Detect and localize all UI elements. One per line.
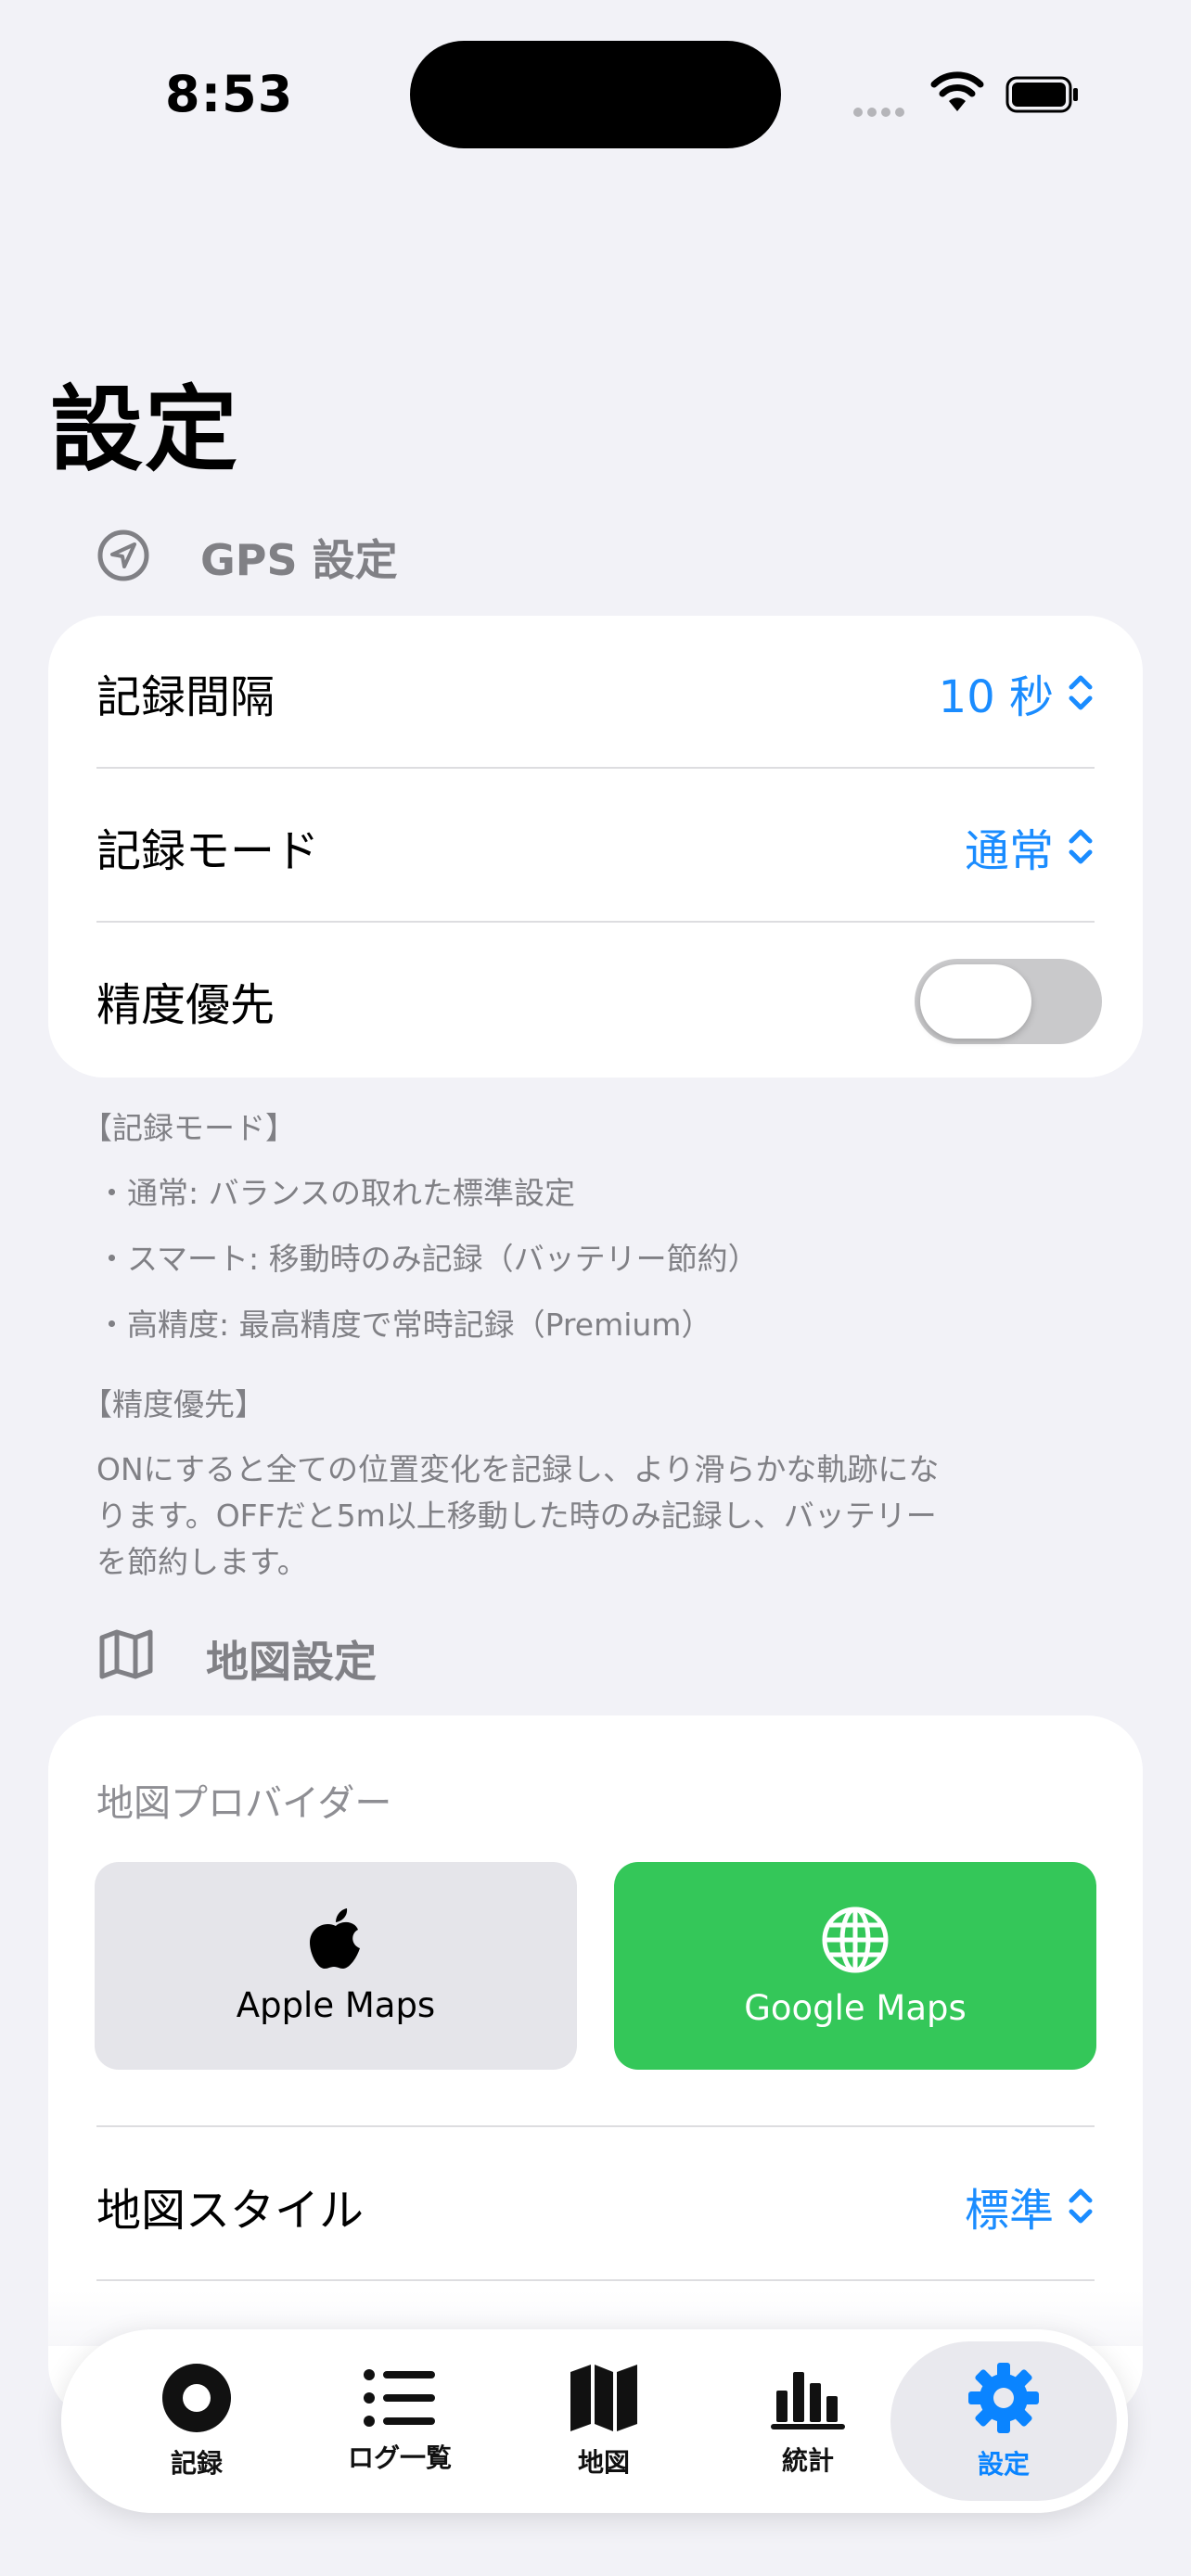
chevron-up-down-icon: [1069, 675, 1093, 710]
tab-map-label: 地図: [577, 2447, 630, 2478]
tab-log-list-label: ログ一覧: [347, 2442, 452, 2473]
map-outline-icon: [99, 1629, 153, 1679]
record-mode-value: 通常: [964, 825, 1054, 877]
record-mode-label: 記録モード: [96, 825, 320, 877]
cellular-signal-icon: [853, 103, 909, 121]
status-time: 8:53: [165, 65, 294, 123]
map-icon: [570, 2365, 637, 2431]
tab-record-label: 記録: [170, 2448, 223, 2479]
precision-priority-label: 精度優先: [96, 979, 275, 1031]
divider: [96, 767, 1095, 769]
record-mode-row[interactable]: 記録モード 通常: [48, 770, 1143, 924]
map-section-title: 地図設定: [206, 1637, 377, 1687]
divider: [96, 921, 1095, 923]
battery-icon: [1005, 76, 1078, 113]
record-interval-picker[interactable]: 10 秒: [939, 660, 1095, 725]
map-style-picker[interactable]: 標準: [965, 2174, 1095, 2238]
chevron-up-down-icon: [1069, 2188, 1093, 2224]
apple-icon: [310, 1907, 360, 1969]
mode-note-heading: 【記録モード】: [82, 1110, 296, 1146]
precision-note-line: ります。OFFだと5m以上移動した時のみ記録し、バッテリー: [96, 1498, 937, 1534]
dynamic-island: [410, 41, 781, 148]
globe-icon: [822, 1906, 889, 1972]
location-arrow-icon: [97, 529, 149, 581]
page-title: 設定: [50, 376, 239, 484]
precision-note-line: を節約します。: [96, 1544, 308, 1580]
tab-stats[interactable]: 統計: [706, 2329, 910, 2513]
map-provider-label: 地図プロバイダー: [96, 1782, 392, 1825]
google-maps-label: Google Maps: [744, 1987, 967, 2028]
tab-record[interactable]: 記録: [95, 2329, 299, 2513]
precision-priority-toggle[interactable]: [915, 959, 1102, 1044]
record-interval-value: 10 秒: [938, 671, 1054, 723]
chart-icon: [771, 2372, 845, 2429]
tab-stats-label: 統計: [781, 2445, 834, 2476]
tab-log-list[interactable]: ログ一覧: [298, 2329, 502, 2513]
tab-bar: 記録 ログ一覧 地図 統計 設定: [61, 2329, 1128, 2513]
divider: [96, 2125, 1095, 2127]
list-icon: [364, 2369, 435, 2427]
map-style-label: 地図スタイル: [96, 2185, 365, 2237]
tab-map[interactable]: 地図: [502, 2329, 706, 2513]
apple-maps-label: Apple Maps: [236, 1984, 436, 2025]
wifi-icon: [930, 71, 984, 111]
google-maps-button[interactable]: Google Maps: [614, 1862, 1096, 2070]
toggle-knob: [920, 964, 1031, 1039]
precision-note-heading: 【精度優先】: [82, 1386, 265, 1422]
divider: [96, 2279, 1095, 2281]
mode-note-line: ・スマート: 移動時のみ記録（バッテリー節約）: [96, 1241, 759, 1277]
gps-section-title: GPS 設定: [200, 535, 398, 585]
chevron-up-down-icon: [1069, 829, 1093, 864]
mode-note-line: ・高精度: 最高精度で常時記録（Premium）: [96, 1307, 712, 1343]
record-interval-row[interactable]: 記録間隔 10 秒: [48, 616, 1143, 770]
tab-settings[interactable]: 設定: [890, 2341, 1117, 2501]
record-mode-picker[interactable]: 通常: [965, 814, 1095, 879]
record-interval-label: 記録間隔: [96, 671, 275, 723]
mode-note-line: ・通常: バランスの取れた標準設定: [96, 1175, 575, 1211]
map-style-value: 標準: [964, 2185, 1054, 2237]
precision-note-line: ONにすると全ての位置変化を記録し、より滑らかな軌跡にな: [96, 1451, 940, 1487]
apple-maps-button[interactable]: Apple Maps: [95, 1862, 577, 2070]
gear-icon: [968, 2363, 1039, 2433]
map-style-row[interactable]: 地図スタイル 標準: [48, 2129, 1143, 2283]
record-icon: [162, 2364, 231, 2432]
tab-settings-label: 設定: [977, 2449, 1030, 2480]
